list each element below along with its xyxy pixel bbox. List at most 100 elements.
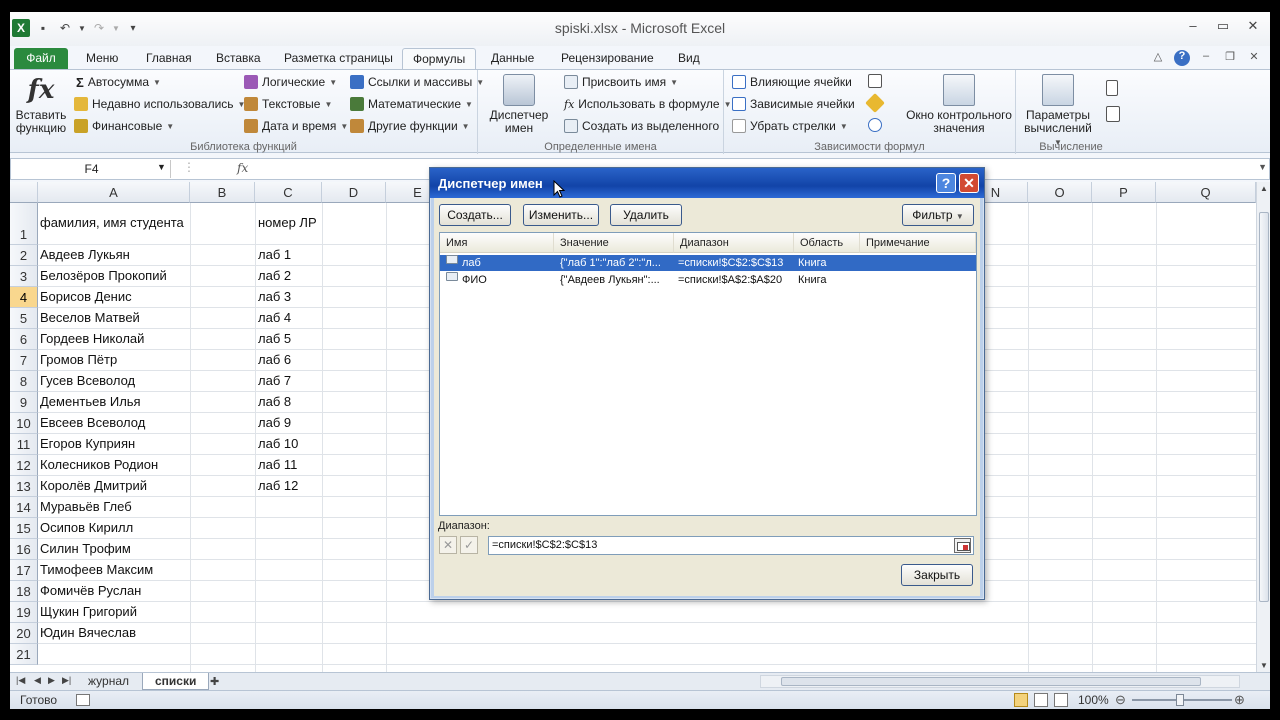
recently-used-button[interactable]: Недавно использовались ▼: [74, 94, 245, 114]
sheet-tab-lists[interactable]: списки: [142, 673, 210, 690]
trace-dependents-button[interactable]: Зависимые ячейки: [732, 94, 855, 114]
cell-c[interactable]: лаб 4: [256, 310, 291, 325]
list-header-note[interactable]: Примечание: [860, 233, 976, 253]
name-row-lab[interactable]: лаб {"лаб 1":"лаб 2":"л... =списки!$C$2:…: [440, 255, 976, 271]
cell-a[interactable]: Тимофеев Максим: [38, 562, 153, 577]
cell-a[interactable]: Силин Трофим: [38, 541, 131, 556]
row-header[interactable]: 13: [10, 476, 38, 497]
cell-c[interactable]: лаб 1: [256, 247, 291, 262]
cell-c[interactable]: лаб 9: [256, 415, 291, 430]
scroll-down-icon[interactable]: ▼: [1260, 661, 1268, 670]
cell-c[interactable]: лаб 7: [256, 373, 291, 388]
zoom-slider-handle[interactable]: [1176, 694, 1184, 706]
dialog-close-icon[interactable]: ✕: [959, 173, 979, 193]
cell-a[interactable]: Борисов Денис: [38, 289, 132, 304]
cell-c[interactable]: лаб 3: [256, 289, 291, 304]
list-header-scope[interactable]: Область: [794, 233, 860, 253]
tab-menu[interactable]: Меню: [76, 48, 128, 70]
list-header-name[interactable]: Имя: [440, 233, 554, 253]
trace-precedents-button[interactable]: Влияющие ячейки: [732, 72, 852, 92]
commit-edit-icon[interactable]: ✓: [460, 536, 478, 554]
autosum-button[interactable]: Σ Автосумма ▼: [76, 72, 161, 92]
prev-sheet-icon[interactable]: ◀: [34, 675, 41, 686]
cell-c[interactable]: лаб 6: [256, 352, 291, 367]
error-checking-icon[interactable]: [865, 93, 885, 113]
name-row-fio[interactable]: ФИО {"Авдеев Лукьян":... =списки!$A$2:$A…: [440, 272, 976, 288]
range-input[interactable]: =списки!$C$2:$C$13: [488, 536, 974, 555]
dialog-title-bar[interactable]: Диспетчер имен ? ✕: [430, 168, 984, 198]
tab-file[interactable]: Файл: [14, 48, 68, 70]
help-icon[interactable]: ?: [1174, 50, 1190, 66]
financial-button[interactable]: Финансовые ▼: [74, 116, 174, 136]
next-sheet-icon[interactable]: ▶: [48, 675, 55, 686]
row-header[interactable]: 1: [10, 203, 38, 245]
tab-insert[interactable]: Вставка: [206, 48, 271, 70]
cell-c[interactable]: лаб 5: [256, 331, 291, 346]
cell-a[interactable]: Колесников Родион: [38, 457, 158, 472]
insert-sheet-icon[interactable]: ✚: [210, 675, 219, 688]
cell-a[interactable]: Осипов Кирилл: [38, 520, 133, 535]
column-header-q[interactable]: Q: [1156, 182, 1256, 203]
normal-view-icon[interactable]: [1014, 693, 1028, 707]
insert-function-fx-icon[interactable]: fx: [237, 161, 248, 175]
cell-a[interactable]: Дементьев Илья: [38, 394, 141, 409]
use-in-formula-button[interactable]: fx Использовать в формуле ▼: [564, 94, 732, 114]
row-header[interactable]: 17: [10, 560, 38, 581]
cancel-edit-icon[interactable]: ✕: [439, 536, 457, 554]
collapse-ribbon-icon[interactable]: △: [1150, 50, 1166, 66]
row-header[interactable]: 21: [10, 644, 38, 665]
cell-a[interactable]: Щукин Григорий: [38, 604, 137, 619]
tab-home[interactable]: Главная: [136, 48, 202, 70]
column-header-d[interactable]: D: [322, 182, 386, 203]
scroll-up-icon[interactable]: ▲: [1260, 184, 1268, 193]
row-header[interactable]: 14: [10, 497, 38, 518]
expand-formula-bar-icon[interactable]: ▼: [1258, 162, 1267, 172]
show-formulas-icon[interactable]: [868, 74, 882, 88]
row-header[interactable]: 7: [10, 350, 38, 371]
cell-a[interactable]: Юдин Вячеслав: [38, 625, 136, 640]
macro-record-icon[interactable]: [76, 694, 90, 706]
page-layout-view-icon[interactable]: [1034, 693, 1048, 707]
column-header-o[interactable]: O: [1028, 182, 1092, 203]
cell-c[interactable]: лаб 2: [256, 268, 291, 283]
insert-function-button[interactable]: fx Вставить функцию: [14, 74, 68, 135]
evaluate-formula-icon[interactable]: [868, 118, 882, 132]
range-picker-icon[interactable]: [954, 538, 971, 553]
row-header[interactable]: 4: [10, 287, 38, 308]
sheet-tab-journal[interactable]: журнал: [76, 673, 141, 690]
workbook-minimize-icon[interactable]: –: [1198, 50, 1214, 66]
tab-data[interactable]: Данные: [481, 48, 544, 70]
math-trig-button[interactable]: Математические ▼: [350, 94, 473, 114]
row-header[interactable]: 2: [10, 245, 38, 266]
vertical-scroll-thumb[interactable]: [1259, 212, 1269, 602]
cell-a[interactable]: Евсеев Всеволод: [38, 415, 145, 430]
cell-a[interactable]: Гусев Всеволод: [38, 373, 135, 388]
edit-name-button[interactable]: Изменить...: [523, 204, 599, 226]
cell-a[interactable]: Муравьёв Глеб: [38, 499, 132, 514]
row-header[interactable]: 20: [10, 623, 38, 644]
row-header[interactable]: 6: [10, 329, 38, 350]
column-header-a[interactable]: A: [38, 182, 190, 203]
row-header[interactable]: 3: [10, 266, 38, 287]
filter-button[interactable]: Фильтр ▼: [902, 204, 974, 226]
dialog-help-icon[interactable]: ?: [936, 173, 956, 193]
last-sheet-icon[interactable]: ▶|: [62, 675, 71, 686]
workbook-close-icon[interactable]: ✕: [1246, 50, 1262, 66]
name-box[interactable]: F4: [13, 160, 171, 178]
cell-c[interactable]: лаб 8: [256, 394, 291, 409]
row-header[interactable]: 11: [10, 434, 38, 455]
page-break-view-icon[interactable]: [1054, 693, 1068, 707]
cell-a[interactable]: фамилия, имя студента: [38, 215, 184, 230]
tab-view[interactable]: Вид: [668, 48, 710, 70]
calculate-now-icon[interactable]: [1106, 80, 1118, 96]
first-sheet-icon[interactable]: |◀: [16, 675, 25, 686]
cell-a[interactable]: Королёв Дмитрий: [38, 478, 147, 493]
define-name-button[interactable]: Присвоить имя ▼: [564, 72, 678, 92]
cell-c[interactable]: лаб 10: [256, 436, 298, 451]
select-all-corner[interactable]: [10, 182, 38, 203]
minimize-icon[interactable]: –: [1184, 18, 1202, 36]
list-header-value[interactable]: Значение: [554, 233, 674, 253]
column-header-p[interactable]: P: [1092, 182, 1156, 203]
column-header-b[interactable]: B: [190, 182, 255, 203]
cell-a[interactable]: Гордеев Николай: [38, 331, 144, 346]
